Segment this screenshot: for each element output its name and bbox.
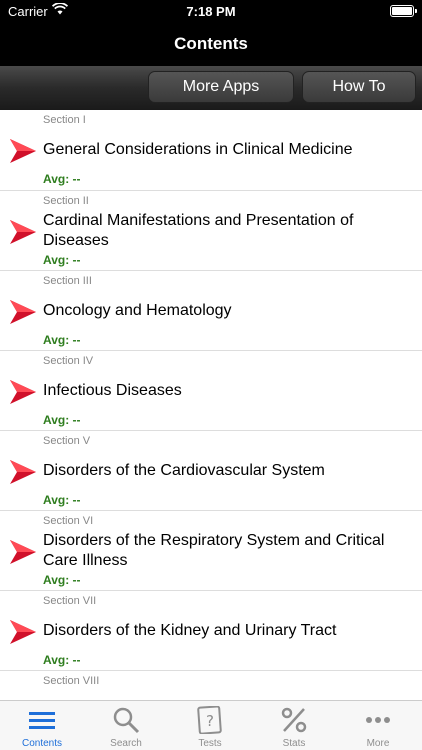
- tab-bar: Contents Search ? Tests Stats More: [0, 700, 422, 750]
- section-title: Disorders of the Respiratory System and …: [43, 532, 385, 569]
- red-arrow-icon: [10, 620, 36, 644]
- section-number: Section VI: [43, 515, 94, 527]
- section-number: Section II: [43, 195, 89, 207]
- tab-label: More: [366, 738, 390, 749]
- section-row[interactable]: Section IV Infectious Diseases Avg: --: [0, 350, 422, 430]
- red-arrow-icon: [10, 220, 36, 244]
- tab-contents[interactable]: Contents: [0, 701, 84, 750]
- red-arrow-icon: [10, 540, 36, 564]
- red-arrow-icon: [10, 460, 36, 484]
- question-card-icon: ?: [197, 706, 222, 734]
- status-bar: Carrier 7:18 PM: [0, 0, 422, 24]
- clock: 7:18 PM: [186, 4, 236, 19]
- section-row[interactable]: Section V Disorders of the Cardiovascula…: [0, 430, 422, 510]
- section-title: Infectious Diseases: [43, 382, 182, 399]
- section-title: Cardinal Manifestations and Presentation…: [43, 212, 354, 249]
- toolbar: More Apps How To: [0, 66, 422, 110]
- section-title: Disorders of the Kidney and Urinary Trac…: [43, 622, 337, 639]
- tab-search[interactable]: Search: [84, 701, 168, 750]
- navigation-bar: Contents: [0, 24, 422, 66]
- average-score: Avg: --: [43, 573, 81, 587]
- section-number: Section V: [43, 435, 91, 447]
- average-score: Avg: --: [43, 653, 81, 667]
- page-title: Contents: [174, 34, 248, 53]
- contents-list: Section I General Considerations in Clin…: [0, 110, 422, 700]
- section-row[interactable]: Section II Cardinal Manifestations and P…: [0, 190, 422, 270]
- average-score: Avg: --: [43, 493, 81, 507]
- tab-label: Tests: [198, 738, 222, 749]
- tab-label: Contents: [21, 738, 63, 749]
- tab-tests[interactable]: ? Tests: [168, 701, 252, 750]
- how-to-button[interactable]: How To: [302, 71, 416, 103]
- section-row[interactable]: Section VII Disorders of the Kidney and …: [0, 590, 422, 670]
- section-number: Section VIII: [43, 675, 100, 687]
- average-score: Avg: --: [43, 333, 81, 347]
- percent-icon: [281, 707, 307, 733]
- red-arrow-icon: [10, 300, 36, 324]
- ellipsis-icon: [366, 717, 390, 723]
- red-arrow-icon: [10, 380, 36, 404]
- tab-stats[interactable]: Stats: [252, 701, 336, 750]
- section-title: General Considerations in Clinical Medic…: [43, 141, 353, 158]
- section-title: Disorders of the Cardiovascular System: [43, 462, 325, 479]
- svg-text:?: ?: [206, 712, 214, 730]
- tab-label: Stats: [282, 738, 306, 749]
- magnifier-icon: [113, 707, 140, 734]
- battery-icon: [390, 5, 417, 17]
- tab-more[interactable]: More: [336, 701, 420, 750]
- section-row[interactable]: Section VI Disorders of the Respiratory …: [0, 510, 422, 590]
- tab-label: Search: [110, 738, 142, 749]
- red-arrow-icon: [10, 139, 36, 163]
- section-number: Section IV: [43, 355, 94, 367]
- section-title: Oncology and Hematology: [43, 302, 232, 319]
- average-score: Avg: --: [43, 172, 81, 186]
- section-number: Section VII: [43, 595, 97, 607]
- section-row[interactable]: Section I General Considerations in Clin…: [0, 110, 422, 190]
- more-apps-button[interactable]: More Apps: [148, 71, 294, 103]
- average-score: Avg: --: [43, 253, 81, 267]
- list-icon: [29, 712, 55, 729]
- section-number: Section III: [43, 275, 92, 287]
- section-number: Section I: [43, 114, 86, 126]
- average-score: Avg: --: [43, 413, 81, 427]
- section-row[interactable]: Section III Oncology and Hematology Avg:…: [0, 270, 422, 350]
- section-row[interactable]: Section VIII: [0, 670, 422, 700]
